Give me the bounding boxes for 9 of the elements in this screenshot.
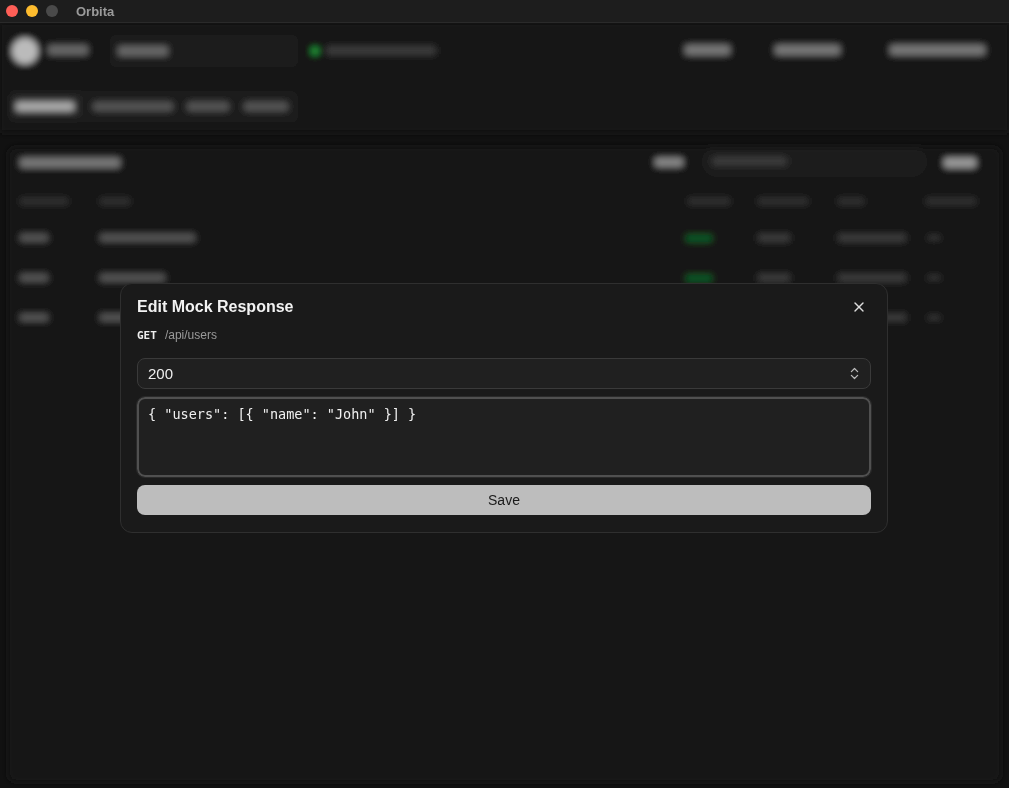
dialog-title: Edit Mock Response [137, 298, 294, 316]
minimize-window-icon[interactable] [26, 5, 38, 17]
close-window-icon[interactable] [6, 5, 18, 17]
http-method: GET [137, 328, 157, 342]
window-title: Orbita [76, 3, 115, 19]
request-path: /api/users [164, 328, 217, 342]
response-body-field[interactable]: { "users": [{ "name": "John" }] } [137, 397, 871, 477]
status-select[interactable]: 200 [137, 358, 871, 389]
save-button[interactable]: Save [137, 485, 871, 515]
